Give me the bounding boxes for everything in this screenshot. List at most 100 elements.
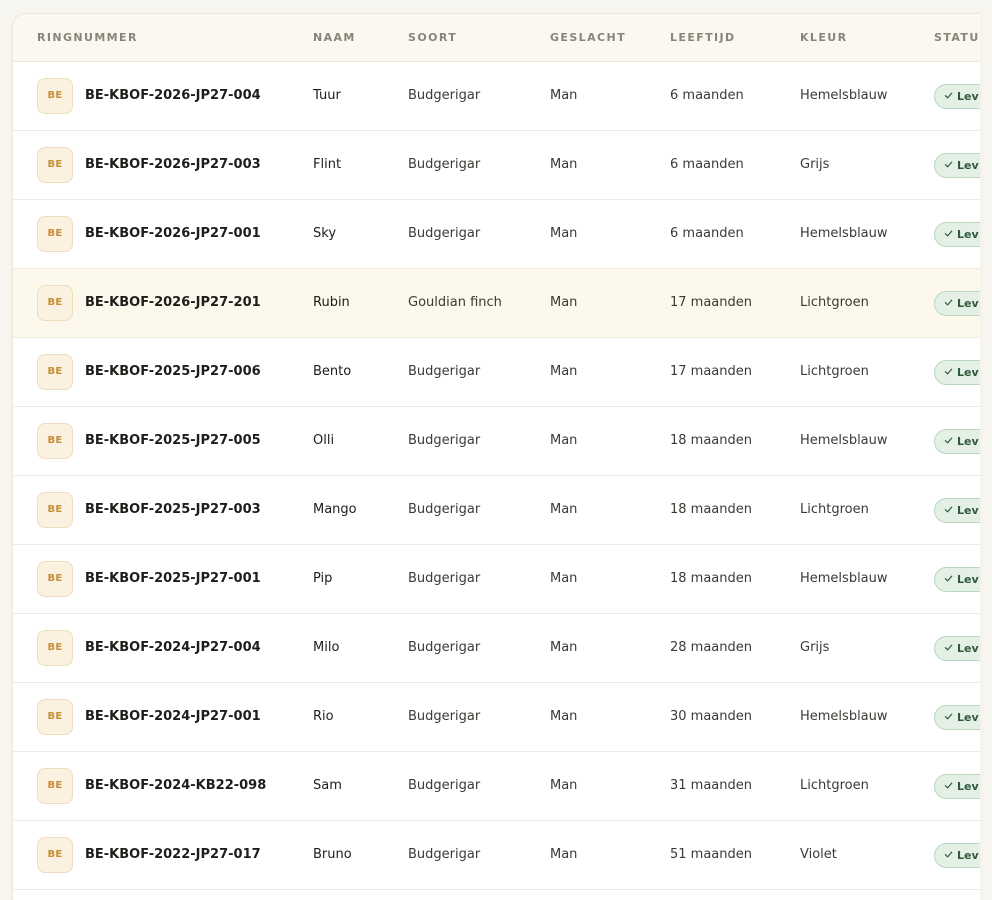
status-badge[interactable]: Lev [934,636,980,661]
bird-species: Budgerigar [408,364,481,379]
status-label: Lev [957,435,979,448]
status-badge[interactable]: Lev [934,498,980,523]
bird-age: 6 maanden [670,88,744,103]
bird-species: Budgerigar [408,226,481,241]
bird-name: Flint [313,157,342,172]
ring-number[interactable]: BE-KBOF-2024-KB22-098 [85,752,266,820]
check-icon [944,368,953,375]
bird-color: Lichtgroen [800,778,869,793]
status-badge[interactable]: Lev [934,360,980,385]
table-row[interactable]: BE BE-KBOF-2025-JP27-001 Pip Budgerigar Man 1… [13,545,980,614]
column-header-kleur[interactable]: KLEUR [800,14,847,62]
bird-age: 17 maanden [670,295,752,310]
ring-number[interactable]: BE-KBOF-2022-JP27-017 [85,821,261,889]
column-header-ringnummer[interactable]: RINGNUMMER [37,14,138,62]
bird-species: Budgerigar [408,571,481,586]
bird-name: Sky [313,226,337,241]
check-icon [944,575,953,582]
status-badge[interactable]: Lev [934,705,980,730]
status-badge[interactable]: Lev [934,567,980,592]
table-row[interactable]: BE BE-KBOF-2026-JP27-201 Rubin Gouldian fin… [13,269,980,338]
bird-species: Gouldian finch [408,295,502,310]
ring-number[interactable]: BE-KBOF-2026-JP27-201 [85,269,261,337]
ring-number[interactable]: BE-KBOF-2026-JP27-003 [85,131,261,199]
bird-sex: Man [550,571,578,586]
ring-number[interactable]: BE-KBOF-2026-JP27-004 [85,62,261,130]
country-badge: BE [37,423,73,459]
column-header-leeftijd[interactable]: LEEFTIJD [670,14,736,62]
column-header-geslacht[interactable]: GESLACHT [550,14,626,62]
bird-species: Budgerigar [408,778,481,793]
bird-age: 18 maanden [670,433,752,448]
country-badge: BE [37,216,73,252]
bird-species: Budgerigar [408,847,481,862]
bird-age: 17 maanden [670,364,752,379]
status-label: Lev [957,297,979,310]
ring-number[interactable]: BE-KBOF-2025-JP27-003 [85,476,261,544]
bird-name: Bruno [313,847,352,862]
status-label: Lev [957,366,979,379]
ring-number[interactable]: BE-KBOF-2026-JP27-001 [85,200,261,268]
bird-age: 30 maanden [670,709,752,724]
table-row[interactable]: BE BE-KBOF-2026-JP27-001 Sky Budgerigar Man 6… [13,200,980,269]
column-header-soort[interactable]: SOORT [408,14,457,62]
status-badge[interactable]: Lev [934,429,980,454]
table-row[interactable]: BE BE-KBOF-2024-KB22-098 Sam Budgerigar Man 3… [13,752,980,821]
table-row[interactable]: BE BE-KBOF-2025-JP27-006 Bento Budgerigar Ma… [13,338,980,407]
table-row[interactable]: BE BE-KBOF-2025-JP27-003 Mango Budgerigar Ma… [13,476,980,545]
bird-age: 51 maanden [670,847,752,862]
bird-species: Budgerigar [408,709,481,724]
bird-name: Pip [313,571,333,586]
check-icon [944,92,953,99]
bird-age: 18 maanden [670,502,752,517]
status-badge[interactable]: Lev [934,153,980,178]
bird-age: 18 maanden [670,571,752,586]
bird-species: Budgerigar [408,157,481,172]
status-label: Lev [957,642,979,655]
status-label: Lev [957,573,979,586]
status-label: Lev [957,159,979,172]
bird-color: Grijs [800,157,830,172]
ring-number[interactable]: BE-KBOF-2025-JP27-001 [85,545,261,613]
bird-age: 31 maanden [670,778,752,793]
check-icon [944,782,953,789]
ring-number[interactable]: BE-KBOF-2024-JP27-004 [85,614,261,682]
country-badge: BE [37,837,73,873]
ring-number[interactable]: BE-KBOF-2025-JP27-006 [85,338,261,406]
check-icon [944,437,953,444]
column-header-status[interactable]: STATUS [934,14,980,62]
status-badge[interactable]: Lev [934,222,980,247]
check-icon [944,644,953,651]
table-row[interactable]: BE BE-KBOF-2024-JP27-004 Milo Budgerigar Man… [13,614,980,683]
column-header-naam[interactable]: NAAM [313,14,356,62]
status-label: Lev [957,90,979,103]
check-icon [944,851,953,858]
country-badge: BE [37,147,73,183]
bird-sex: Man [550,502,578,517]
bird-color: Lichtgroen [800,295,869,310]
bird-name: Rio [313,709,334,724]
status-badge[interactable]: Lev [934,291,980,316]
bird-species: Budgerigar [408,433,481,448]
status-label: Lev [957,849,979,862]
bird-color: Violet [800,847,837,862]
table-row[interactable]: BE BE-KBOF-2025-JP27-005 Olli Budgerigar Man… [13,407,980,476]
bird-sex: Man [550,364,578,379]
status-badge[interactable]: Lev [934,84,980,109]
country-badge: BE [37,78,73,114]
table-body: BE BE-KBOF-2026-JP27-004 Tuur Budgerigar Man… [13,62,980,890]
status-badge[interactable]: Lev [934,843,980,868]
status-badge[interactable]: Lev [934,774,980,799]
ring-number[interactable]: BE-KBOF-2024-JP27-001 [85,683,261,751]
table-row[interactable]: BE BE-KBOF-2026-JP27-003 Flint Budgerigar Ma… [13,131,980,200]
table-row[interactable]: BE BE-KBOF-2024-JP27-001 Rio Budgerigar Man 3… [13,683,980,752]
bird-name: Bento [313,364,352,379]
bird-name: Tuur [313,88,341,103]
table-row[interactable]: BE BE-KBOF-2022-JP27-017 Bruno Budgerigar Ma… [13,821,980,890]
ring-number[interactable]: BE-KBOF-2025-JP27-005 [85,407,261,475]
status-label: Lev [957,228,979,241]
table-row[interactable]: BE BE-KBOF-2026-JP27-004 Tuur Budgerigar Man… [13,62,980,131]
table-header: RINGNUMMER NAAM SOORT GESLACHT LEEFTIJD … [13,14,980,62]
birds-table: RINGNUMMER NAAM SOORT GESLACHT LEEFTIJD … [12,13,980,900]
bird-color: Hemelsblauw [800,88,888,103]
